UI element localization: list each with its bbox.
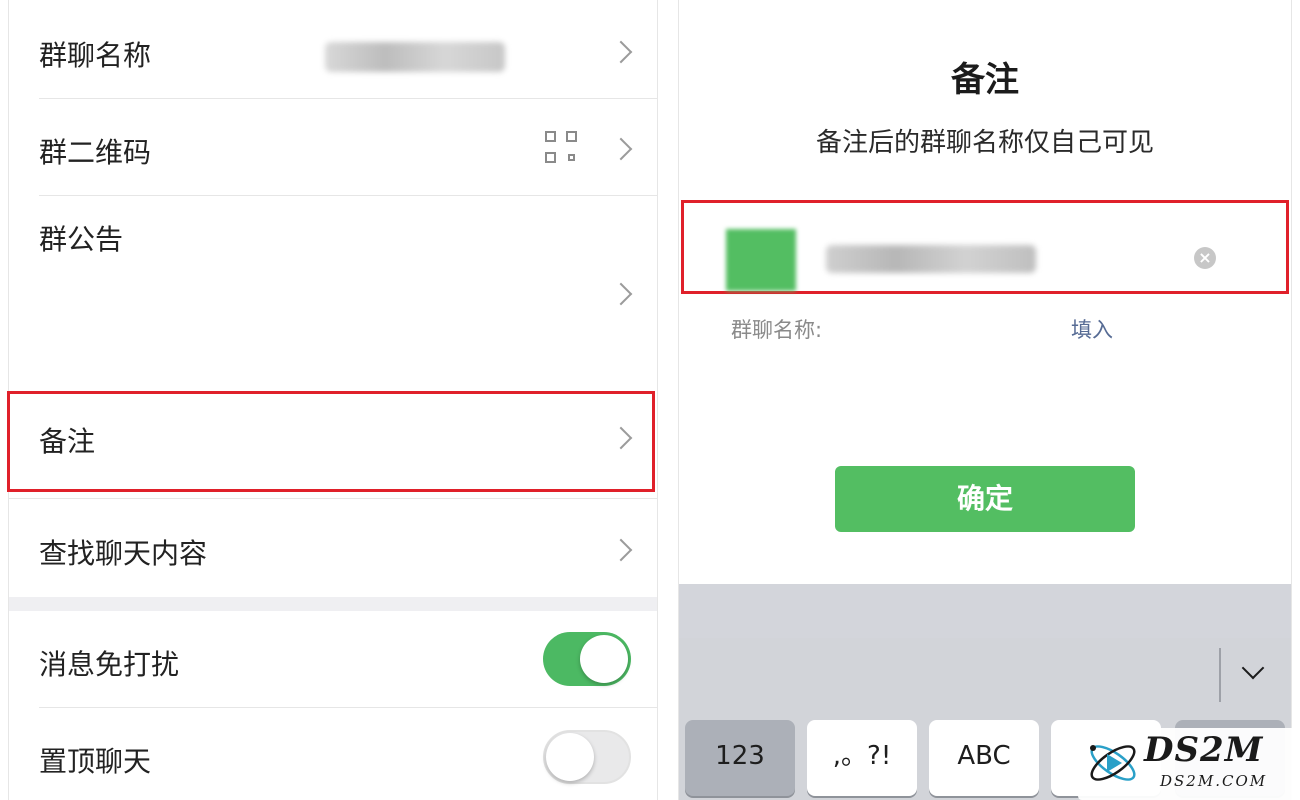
group-name-row[interactable]: 群聊名称 [9,0,657,98]
sticky-chat-row: 置顶聊天 [9,708,657,800]
group-settings-panel: 群聊名称 群二维码 群公告 备注 查找聊天内容 消息免打扰 置顶聊天 [7,0,658,800]
key-punctuation[interactable]: ,。?! [807,720,917,796]
qr-code-icon [545,131,577,163]
group-name-label: 群聊名称 [39,39,152,72]
key-abc[interactable]: ABC [929,720,1039,796]
dialog-subtitle: 备注后的群聊名称仅自己可见 [815,128,1154,158]
section-gap [9,597,657,611]
remark-input-value-blurred [826,245,1036,273]
group-name-value-blurred [325,42,505,72]
keyboard-toolbar [679,638,1291,720]
chevron-right-icon [609,282,633,306]
group-announcement-row[interactable]: 群公告 [9,196,657,384]
fill-in-link[interactable]: 填入 [1071,314,1113,344]
mute-notifications-label: 消息免打扰 [39,648,180,681]
watermark-main-text: DS2M [1144,730,1264,770]
sticky-chat-label: 置顶聊天 [39,745,152,778]
mute-notifications-toggle[interactable] [543,632,631,686]
ds2m-watermark-logo: DS2M DS2M.COM [1078,728,1300,800]
mute-notifications-row: 消息免打扰 [9,611,657,707]
sticky-chat-toggle[interactable] [543,730,631,784]
dialog-title: 备注 [951,60,1019,100]
search-chat-history-label: 查找聊天内容 [39,537,208,570]
keyboard-suggestion-bar [679,584,1291,638]
confirm-button[interactable]: 确定 [835,466,1135,532]
key-123[interactable]: 123 [685,720,795,796]
group-name-hint-label: 群聊名称: [731,318,823,342]
group-qr-label: 群二维码 [39,136,152,169]
chevron-right-icon [609,137,633,161]
chevron-right-icon [609,40,633,64]
group-qr-row[interactable]: 群二维码 [9,99,657,195]
chevron-right-icon [609,538,633,562]
divider [9,498,657,499]
atom-logo-icon [1090,745,1136,781]
remark-dialog-panel: 备注 备注后的群聊名称仅自己可见 × 群聊名称: 填入 确定 123 ,。?! … [678,0,1292,800]
group-announcement-label: 群公告 [39,223,124,256]
group-avatar [726,229,796,291]
search-chat-history-row[interactable]: 查找聊天内容 [9,500,657,596]
chevron-down-icon[interactable] [1241,656,1265,680]
remark-input-field[interactable]: × [681,200,1289,294]
watermark-sub-text: DS2M.COM [1160,772,1268,790]
clear-input-icon[interactable]: × [1194,247,1216,269]
toolbar-separator [1219,648,1221,702]
remark-highlight-box [7,391,655,492]
